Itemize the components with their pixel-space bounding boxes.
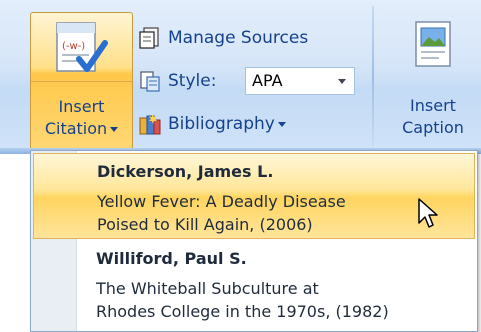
citation-dropdown-menu: Dickerson, James L. Yellow Fever: A Dead… bbox=[30, 150, 478, 332]
citation-item-dickerson[interactable]: Dickerson, James L. Yellow Fever: A Dead… bbox=[33, 153, 475, 239]
manage-sources-button[interactable]: Manage Sources bbox=[138, 24, 308, 52]
bibliography-button[interactable]: Bibliography bbox=[138, 110, 286, 138]
style-value: APA bbox=[252, 71, 283, 90]
citation-title-line2: Rhodes College in the 1970s, (1982) bbox=[96, 302, 389, 321]
style-icon bbox=[140, 71, 160, 92]
citation-title-line1: The Whiteball Subculture at bbox=[96, 279, 319, 298]
citation-author: Williford, Paul S. bbox=[96, 249, 247, 268]
insert-caption-button[interactable]: Insert Caption bbox=[390, 12, 476, 150]
style-select[interactable]: APA bbox=[245, 67, 355, 95]
manage-sources-icon bbox=[139, 27, 159, 49]
chevron-down-icon bbox=[110, 127, 119, 132]
style-label: Style: bbox=[168, 71, 217, 91]
insert-caption-label-1: Insert bbox=[410, 96, 456, 115]
insert-citation-button[interactable]: (-w-) Insert Citation bbox=[30, 12, 133, 150]
group-divider bbox=[372, 6, 374, 146]
citation-title-line1: Yellow Fever: A Deadly Disease bbox=[97, 192, 346, 211]
insert-caption-label-2: Caption bbox=[402, 118, 464, 137]
mouse-pointer-icon bbox=[418, 198, 438, 228]
manage-sources-label: Manage Sources bbox=[168, 28, 309, 48]
citation-checkmark-icon: (-w-) bbox=[56, 22, 108, 72]
style-control: Style: bbox=[138, 67, 216, 95]
svg-text:(-w-): (-w-) bbox=[62, 41, 85, 52]
split-divider bbox=[31, 81, 132, 82]
bibliography-icon bbox=[139, 114, 161, 135]
insert-citation-label-2: Citation bbox=[44, 119, 108, 138]
citation-author: Dickerson, James L. bbox=[97, 162, 274, 181]
dropdown-arrow-icon[interactable] bbox=[338, 79, 346, 84]
insert-citation-label-1: Insert bbox=[58, 97, 105, 116]
bibliography-label: Bibliography bbox=[168, 114, 275, 134]
insert-citation-dropdown[interactable]: Citation bbox=[31, 119, 132, 139]
insert-caption-icon bbox=[415, 21, 451, 67]
citation-title-line2: Poised to Kill Again, (2006) bbox=[97, 215, 313, 234]
citation-item-williford[interactable]: Williford, Paul S. The Whiteball Subcult… bbox=[33, 245, 475, 329]
chevron-down-icon bbox=[277, 121, 286, 127]
